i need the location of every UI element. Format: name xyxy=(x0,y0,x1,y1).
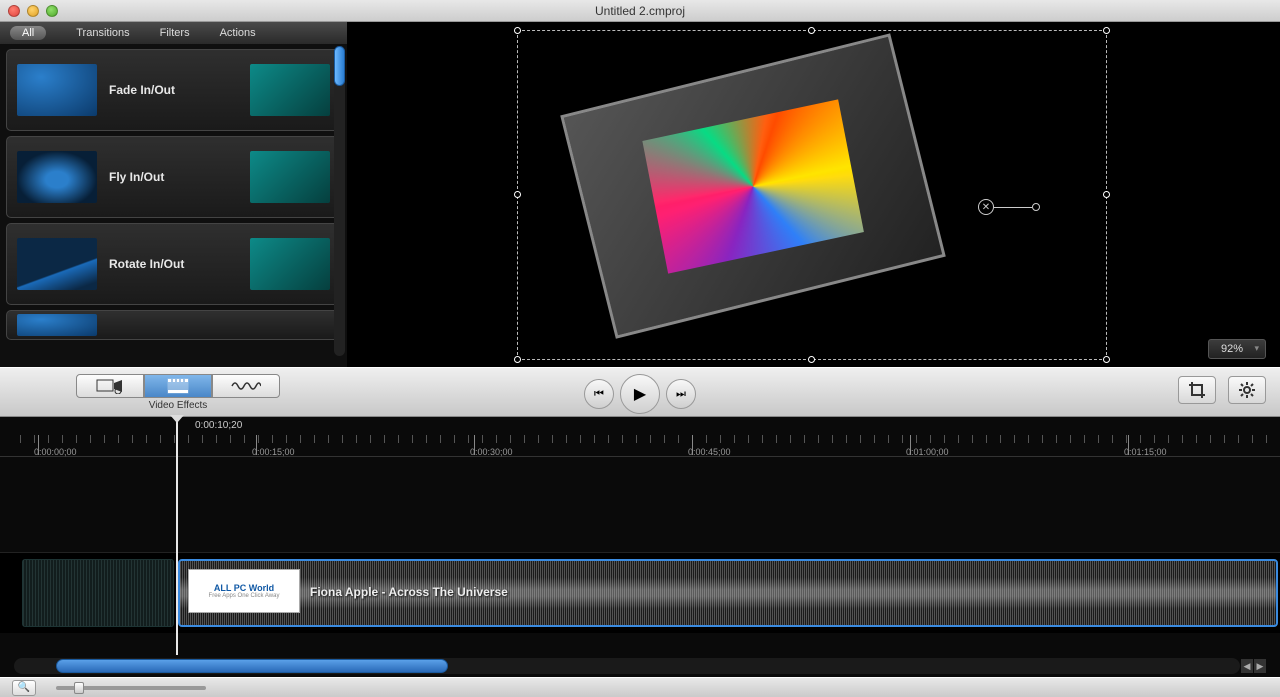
canvas-zoom-dropdown[interactable]: 92% xyxy=(1208,339,1266,359)
gear-icon xyxy=(1238,381,1256,399)
statusbar: 🔍 xyxy=(0,677,1280,697)
playhead[interactable] xyxy=(176,417,178,655)
hscroll-right-button[interactable]: ▶ xyxy=(1254,659,1266,673)
minimize-window-button[interactable] xyxy=(27,5,39,17)
rotation-grip[interactable] xyxy=(1032,203,1040,211)
prev-frame-button[interactable]: ⏮ xyxy=(584,379,614,409)
effect-thumb-start xyxy=(17,151,97,203)
effects-scrollbar-track[interactable] xyxy=(334,46,345,356)
main-toolbar: Video Effects ⏮ ▶ ⏭ xyxy=(0,367,1280,417)
effect-thumb-end xyxy=(250,64,330,116)
ruler-label: 0:00:00;00 xyxy=(34,447,77,457)
film-icon xyxy=(166,378,190,394)
skip-back-icon: ⏮ xyxy=(594,388,604,401)
waveform-icon xyxy=(231,379,261,393)
magnifier-icon: 🔍 xyxy=(18,682,30,693)
effects-list[interactable]: Fade In/Out Fly In/Out Rotate In/Out Sli… xyxy=(0,44,347,367)
effect-thumb-end xyxy=(250,151,330,203)
ruler-label: 0:00:15;00 xyxy=(252,447,295,457)
resize-handle-nw[interactable] xyxy=(514,27,521,34)
effect-thumb-start xyxy=(17,64,97,116)
resize-handle-sw[interactable] xyxy=(514,356,521,363)
effect-thumb-start xyxy=(17,314,97,336)
media-bin-button[interactable] xyxy=(76,374,144,398)
audio-clip-main[interactable]: ALL PC World Free Apps One Click Away Fi… xyxy=(178,559,1278,627)
effect-slide[interactable]: Slide In/Out xyxy=(6,310,341,340)
resize-handle-s[interactable] xyxy=(808,356,815,363)
media-icon xyxy=(96,378,124,394)
play-icon: ▶ xyxy=(634,384,646,404)
audio-effects-button[interactable] xyxy=(212,374,280,398)
timeline-hscroll-arrows: ◀ ▶ xyxy=(1241,659,1266,673)
effect-thumb-end xyxy=(250,238,330,290)
resize-handle-e[interactable] xyxy=(1103,191,1110,198)
rotation-arm xyxy=(994,207,1032,208)
tab-actions[interactable]: Actions xyxy=(220,27,256,39)
settings-button[interactable] xyxy=(1228,376,1266,404)
resize-handle-ne[interactable] xyxy=(1103,27,1110,34)
effects-category-tabs: All Transitions Filters Actions xyxy=(0,22,347,44)
crop-button[interactable] xyxy=(1178,376,1216,404)
rotation-anchor-icon[interactable]: ✕ xyxy=(978,199,994,215)
canvas-media-object[interactable] xyxy=(560,33,946,338)
effect-fly[interactable]: Fly In/Out xyxy=(6,136,341,218)
watermark-subtitle: Free Apps One Click Away xyxy=(209,593,280,599)
canvas-zoom-value: 92% xyxy=(1221,343,1243,355)
effect-label: Rotate In/Out xyxy=(109,257,238,271)
window-controls xyxy=(8,5,58,17)
window-title: Untitled 2.cmproj xyxy=(595,4,685,18)
canvas-selection-frame[interactable]: ✕ xyxy=(517,30,1107,360)
preview-canvas-area[interactable]: ✕ 92% xyxy=(347,22,1280,367)
tab-all[interactable]: All xyxy=(10,26,46,40)
tab-transitions[interactable]: Transitions xyxy=(76,27,129,39)
rotation-handle[interactable]: ✕ xyxy=(978,199,1040,215)
timeline-zoom-button[interactable]: 🔍 xyxy=(12,680,36,696)
video-effects-button[interactable] xyxy=(144,374,212,398)
timeline-zoom-slider[interactable] xyxy=(56,686,206,690)
effect-label: Fade In/Out xyxy=(109,83,238,97)
panel-mode-switcher xyxy=(76,374,280,398)
panel-mode-label: Video Effects xyxy=(76,400,280,411)
ruler-label: 0:00:45;00 xyxy=(688,447,731,457)
effect-fade[interactable]: Fade In/Out xyxy=(6,49,341,131)
skip-forward-icon: ⏭ xyxy=(676,388,686,401)
hscroll-left-button[interactable]: ◀ xyxy=(1241,659,1253,673)
resize-handle-w[interactable] xyxy=(514,191,521,198)
effect-rotate[interactable]: Rotate In/Out xyxy=(6,223,341,305)
effect-thumb-start xyxy=(17,238,97,290)
timeline[interactable]: 0:00:10;20 0:00:00;000:00:15;000:00:30;0… xyxy=(0,417,1280,677)
video-track-1[interactable] xyxy=(0,457,1280,553)
audio-track-1[interactable]: ALL PC World Free Apps One Click Away Fi… xyxy=(0,553,1280,633)
timeline-zoom-knob[interactable] xyxy=(74,682,84,694)
window-titlebar: Untitled 2.cmproj xyxy=(0,0,1280,22)
effect-label: Fly In/Out xyxy=(109,170,238,184)
watermark-overlay: ALL PC World Free Apps One Click Away xyxy=(188,569,300,613)
ruler-label: 0:00:30;00 xyxy=(470,447,513,457)
timeline-hscroll-thumb[interactable] xyxy=(56,659,448,673)
next-frame-button[interactable]: ⏭ xyxy=(666,379,696,409)
ruler-label: 0:01:15;00 xyxy=(1124,447,1167,457)
zoom-window-button[interactable] xyxy=(46,5,58,17)
top-area: All Transitions Filters Actions Fade In/… xyxy=(0,22,1280,367)
play-button[interactable]: ▶ xyxy=(620,374,660,414)
transport-controls: ⏮ ▶ ⏭ xyxy=(584,374,696,414)
toolbar-right-group xyxy=(1178,376,1266,404)
audio-clip-leading[interactable] xyxy=(22,559,174,627)
resize-handle-n[interactable] xyxy=(808,27,815,34)
watermark-title: ALL PC World xyxy=(214,583,274,593)
audio-clip-title: Fiona Apple - Across The Universe xyxy=(310,585,508,599)
resize-handle-se[interactable] xyxy=(1103,356,1110,363)
ruler-label: 0:01:00;00 xyxy=(906,447,949,457)
close-window-button[interactable] xyxy=(8,5,20,17)
timeline-ruler[interactable]: 0:00:00;00 0:00:15;00 0:00:30;00 0:00:45;00… xyxy=(0,417,1280,457)
effects-panel: All Transitions Filters Actions Fade In/… xyxy=(0,22,347,367)
media-artwork xyxy=(642,99,864,273)
effects-scrollbar-thumb[interactable] xyxy=(334,46,345,86)
tab-filters[interactable]: Filters xyxy=(160,27,190,39)
crop-icon xyxy=(1188,381,1206,399)
